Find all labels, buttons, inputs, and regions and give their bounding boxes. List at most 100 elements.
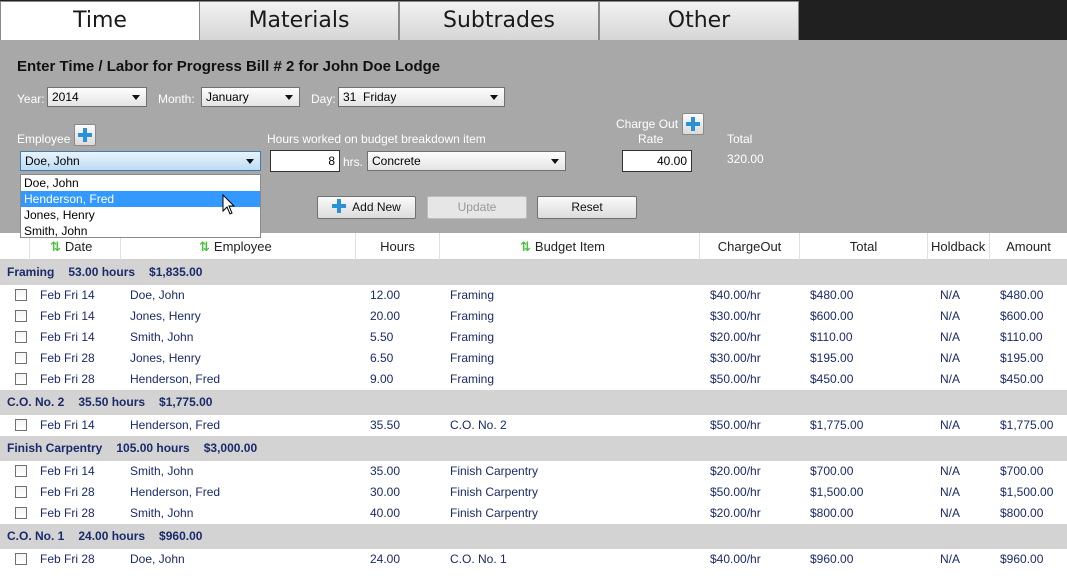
employee-value: Doe, John bbox=[25, 154, 80, 168]
cell-total: $1,775.00 bbox=[810, 418, 864, 432]
update-button[interactable]: Update bbox=[427, 196, 527, 219]
row-checkbox[interactable] bbox=[15, 373, 27, 385]
cell-employee: Smith, John bbox=[130, 506, 194, 520]
cell-hours: 20.00 bbox=[370, 309, 401, 323]
row-checkbox[interactable] bbox=[15, 419, 27, 431]
cell-date: Feb Fri 14 bbox=[40, 330, 95, 344]
header-budget-item-label: Budget Item bbox=[534, 239, 606, 254]
cell-employee: Doe, John bbox=[130, 288, 185, 302]
day-label: Day: bbox=[311, 92, 336, 106]
cell-chargeout: $50.00/hr bbox=[710, 372, 761, 386]
tab-subtrades[interactable]: Subtrades bbox=[399, 1, 599, 40]
row-checkbox[interactable] bbox=[15, 310, 27, 322]
tab-materials[interactable]: Materials bbox=[199, 1, 399, 40]
cell-amount: $1,500.00 bbox=[1000, 485, 1054, 499]
group-header: C.O. No. 1 24.00 hours $960.00 bbox=[0, 524, 1067, 549]
budget-item-select[interactable]: Concrete bbox=[367, 151, 566, 171]
day-select[interactable]: 31 Friday bbox=[338, 87, 505, 107]
table-row[interactable]: Feb Fri 14 Doe, John 12.00 Framing $40.00/hr… bbox=[0, 285, 1067, 306]
cell-employee: Henderson, Fred bbox=[130, 418, 221, 432]
cell-holdback: N/A bbox=[940, 506, 961, 520]
cell-amount: $1,775.00 bbox=[1000, 418, 1054, 432]
header-holdback[interactable]: Holdback bbox=[928, 233, 990, 260]
header-amount[interactable]: Amount bbox=[990, 233, 1067, 260]
cell-item: Finish Carpentry bbox=[450, 506, 539, 520]
tab-other[interactable]: Other bbox=[599, 1, 799, 40]
hours-input[interactable]: 8 bbox=[270, 150, 340, 172]
group-header: C.O. No. 2 35.50 hours $1,775.00 bbox=[0, 390, 1067, 415]
tab-bar: Time Materials Subtrades Other bbox=[0, 0, 1067, 41]
table-row[interactable]: Feb Fri 28 Henderson, Fred 9.00 Framing $50.… bbox=[0, 369, 1067, 390]
cell-amount: $110.00 bbox=[1000, 330, 1043, 344]
row-checkbox[interactable] bbox=[15, 352, 27, 364]
table-row[interactable]: Feb Fri 14 Jones, Henry 20.00 Framing $30.00… bbox=[0, 306, 1067, 327]
cell-total: $700.00 bbox=[810, 464, 854, 478]
cell-amount: $600.00 bbox=[1000, 309, 1044, 323]
group-hours: 53.00 hours bbox=[68, 265, 136, 279]
table-row[interactable]: Feb Fri 28 Henderson, Fred 30.00 Finish Car… bbox=[0, 482, 1067, 503]
header-total[interactable]: Total bbox=[800, 233, 928, 260]
row-checkbox[interactable] bbox=[15, 553, 27, 565]
row-checkbox[interactable] bbox=[15, 486, 27, 498]
month-select[interactable]: January bbox=[201, 87, 300, 107]
cell-hours: 6.50 bbox=[370, 351, 394, 365]
cell-item: Framing bbox=[450, 330, 495, 344]
group-amount: $3,000.00 bbox=[203, 441, 258, 455]
cell-hours: 5.50 bbox=[370, 330, 394, 344]
header-budget-item[interactable]: ⇅ Budget Item bbox=[440, 233, 700, 260]
cell-item: Framing bbox=[450, 372, 495, 386]
add-new-label: Add New bbox=[352, 200, 401, 214]
chevron-down-icon bbox=[132, 95, 140, 100]
chargeout-rate-input[interactable]: 40.00 bbox=[622, 150, 692, 172]
total-value: 320.00 bbox=[727, 152, 764, 166]
cell-total: $600.00 bbox=[810, 309, 854, 323]
sort-arrows-icon: ⇅ bbox=[50, 239, 61, 254]
row-checkbox[interactable] bbox=[15, 289, 27, 301]
cell-hours: 24.00 bbox=[370, 552, 401, 566]
cell-item: Framing bbox=[450, 309, 495, 323]
table-row[interactable]: Feb Fri 28 Smith, John 40.00 Finish Carpent… bbox=[0, 503, 1067, 524]
mouse-cursor-icon bbox=[222, 194, 236, 215]
cell-hours: 9.00 bbox=[370, 372, 394, 386]
table-row[interactable]: Feb Fri 28 Doe, John 24.00 C.O. No. 1 $40.00… bbox=[0, 549, 1067, 570]
dropdown-option[interactable]: Smith, John bbox=[21, 223, 260, 239]
group-hours: 35.50 hours bbox=[78, 395, 146, 409]
row-checkbox[interactable] bbox=[15, 465, 27, 477]
chevron-down-icon bbox=[246, 159, 254, 164]
cell-hours: 35.50 bbox=[370, 418, 401, 432]
cell-holdback: N/A bbox=[940, 288, 961, 302]
plus-icon bbox=[78, 128, 92, 142]
cell-item: C.O. No. 2 bbox=[450, 418, 507, 432]
header-hours[interactable]: Hours bbox=[356, 233, 440, 260]
reset-button[interactable]: Reset bbox=[537, 196, 637, 219]
row-checkbox[interactable] bbox=[15, 507, 27, 519]
add-new-button[interactable]: Add New bbox=[317, 196, 416, 219]
dropdown-option[interactable]: Doe, John bbox=[21, 175, 260, 191]
cell-date: Feb Fri 14 bbox=[40, 288, 95, 302]
cell-item: Framing bbox=[450, 351, 495, 365]
group-name: Framing bbox=[7, 265, 55, 279]
table-row[interactable]: Feb Fri 14 Henderson, Fred 35.50 C.O. No. 2… bbox=[0, 415, 1067, 436]
chevron-down-icon bbox=[490, 95, 498, 100]
table-row[interactable]: Feb Fri 14 Smith, John 5.50 Framing $20.00/h… bbox=[0, 327, 1067, 348]
header-chargeout[interactable]: ChargeOut bbox=[700, 233, 800, 260]
cell-employee: Henderson, Fred bbox=[130, 485, 221, 499]
table-row[interactable]: Feb Fri 14 Smith, John 35.00 Finish Carpent… bbox=[0, 461, 1067, 482]
cell-holdback: N/A bbox=[940, 372, 961, 386]
rate-label: Rate bbox=[638, 132, 664, 146]
year-select[interactable]: 2014 bbox=[47, 87, 147, 107]
cell-item: Finish Carpentry bbox=[450, 485, 539, 499]
plus-icon bbox=[686, 117, 700, 131]
employee-select[interactable]: Doe, John bbox=[20, 151, 261, 171]
cell-chargeout: $20.00/hr bbox=[710, 506, 761, 520]
cell-item: Finish Carpentry bbox=[450, 464, 539, 478]
table-row[interactable]: Feb Fri 28 Jones, Henry 6.50 Framing $30.00/… bbox=[0, 348, 1067, 369]
cell-amount: $700.00 bbox=[1000, 464, 1044, 478]
tab-time[interactable]: Time bbox=[0, 1, 200, 41]
cell-amount: $800.00 bbox=[1000, 506, 1044, 520]
add-rate-button[interactable] bbox=[682, 113, 704, 135]
cell-total: $800.00 bbox=[810, 506, 854, 520]
group-hours: 24.00 hours bbox=[78, 529, 146, 543]
add-employee-button[interactable] bbox=[74, 124, 96, 146]
row-checkbox[interactable] bbox=[15, 331, 27, 343]
